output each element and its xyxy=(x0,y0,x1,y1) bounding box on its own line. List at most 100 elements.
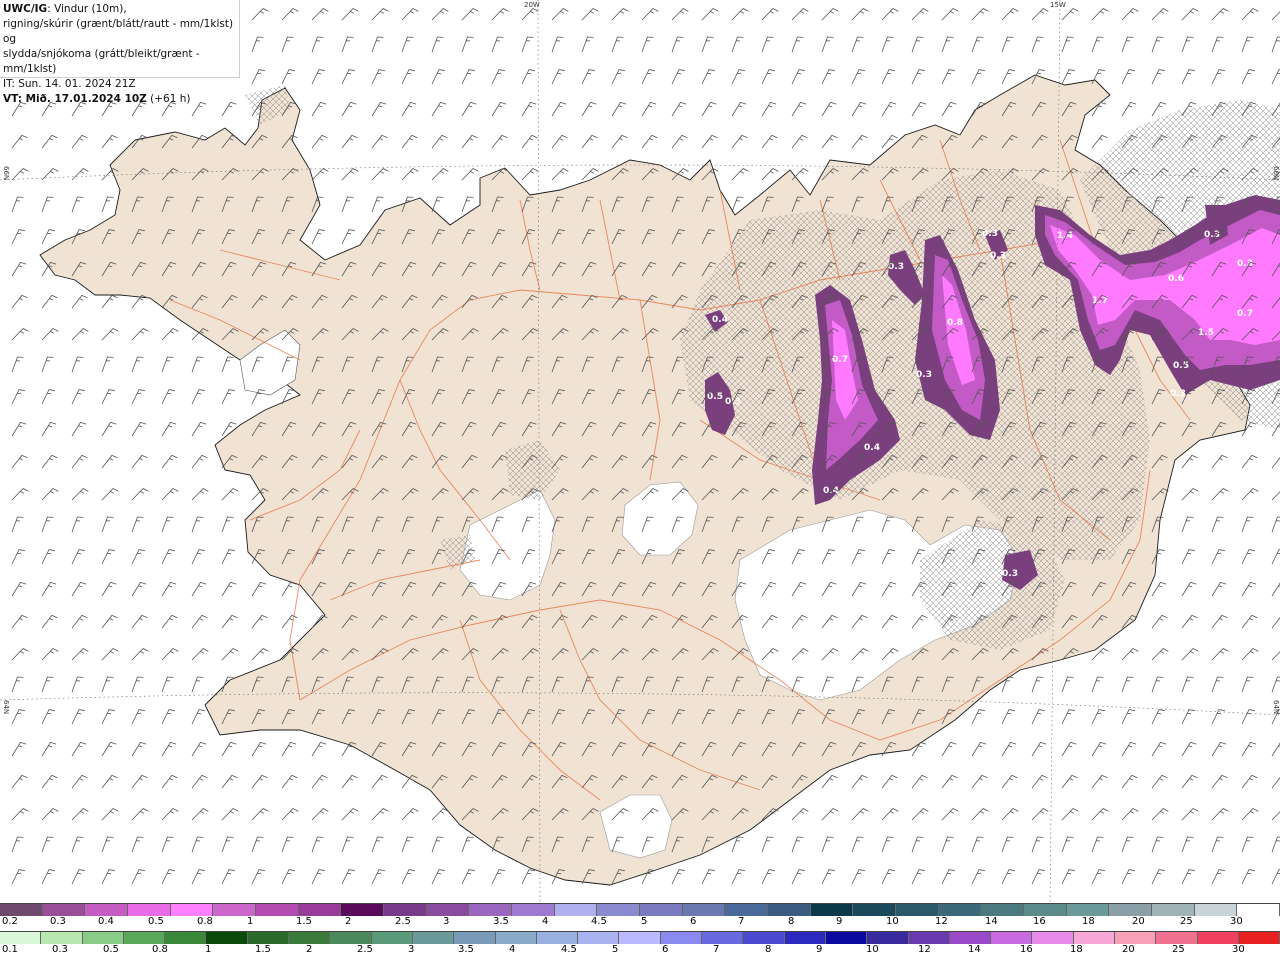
legend-label: 4.5 xyxy=(561,944,577,955)
legend-swatch xyxy=(42,904,86,916)
rain-legend-colorbar xyxy=(0,931,1280,944)
precip-label: 0.6 xyxy=(1168,274,1184,284)
legend-label: 1.5 xyxy=(296,916,312,927)
legend-swatch xyxy=(949,932,992,944)
legend-label: 0.5 xyxy=(148,916,164,927)
lat-label: 66N xyxy=(2,166,10,181)
legend-label: 0.3 xyxy=(50,916,66,927)
header-title-line: UWC/IG: Vindur (10m), xyxy=(3,2,236,17)
legend-label: 9 xyxy=(816,944,823,955)
legend-label: 4 xyxy=(509,944,516,955)
precip-label: 0.7 xyxy=(832,355,848,365)
legend-swatch xyxy=(123,932,166,944)
legend-swatch xyxy=(597,904,641,916)
legend-swatch xyxy=(128,904,171,916)
legend-swatch xyxy=(825,932,868,944)
legend-swatch xyxy=(165,932,207,944)
legend-swatch xyxy=(371,932,413,944)
legend-swatch xyxy=(206,932,248,944)
legend-swatch xyxy=(1156,932,1198,944)
legend-swatch xyxy=(1237,904,1280,916)
legend-label: 12 xyxy=(935,916,948,927)
legend-label: 1 xyxy=(205,944,212,955)
legend-swatch xyxy=(1238,932,1280,944)
header-line3: slydda/snjókoma (grátt/bleikt/grænt - mm… xyxy=(3,48,200,75)
legend-label: 5 xyxy=(641,916,648,927)
legend-label: 10 xyxy=(886,916,899,927)
legend-swatch xyxy=(853,904,897,916)
legend-swatch xyxy=(454,932,496,944)
legend-label: 5 xyxy=(612,944,619,955)
legend-swatch xyxy=(1024,904,1067,916)
legend-swatch xyxy=(341,904,385,916)
legend-swatch xyxy=(743,932,785,944)
legend-swatch xyxy=(619,932,661,944)
weather-map: 1.4 0.3 0.3 0.3 0.3 0.6 1.7 0.3 0.4 0.8 … xyxy=(0,0,1280,903)
legend-label: 30 xyxy=(1230,916,1243,927)
legend-label: 6 xyxy=(690,916,697,927)
legend-label: 2.5 xyxy=(357,944,373,955)
legend-swatch xyxy=(991,932,1033,944)
legend-swatch xyxy=(536,932,579,944)
legend-swatch xyxy=(330,932,372,944)
legend-label: 16 xyxy=(1020,944,1033,955)
legend-label: 14 xyxy=(968,944,981,955)
legend-label: 3 xyxy=(408,944,415,955)
legend-swatch xyxy=(0,932,42,944)
snow-legend-labels: 0.2 0.3 0.4 0.5 0.8 1 1.5 2 2.5 3 3.5 4 4.5 5 6 7 8 9 10 12… xyxy=(0,916,1280,929)
legend-label: 25 xyxy=(1180,916,1193,927)
legend-swatch xyxy=(170,904,214,916)
legend-label: 2.5 xyxy=(395,916,411,927)
valid-time-value: Mið. 17.01.2024 10Z xyxy=(21,93,147,105)
header-line1-rest: : Vindur (10m), xyxy=(47,3,127,15)
lat-label: 64N xyxy=(1272,700,1280,715)
legend-swatch xyxy=(1109,904,1153,916)
legend-label: 12 xyxy=(918,944,931,955)
legend-swatch xyxy=(1066,904,1110,916)
map-info-box: UWC/IG: Vindur (10m), rigning/skúrir (gr… xyxy=(0,0,240,105)
legend-label: 0.2 xyxy=(2,916,18,927)
precip-label: 0.8 xyxy=(947,318,963,328)
lon-label: 15W xyxy=(1050,1,1066,9)
legend-swatch xyxy=(702,932,744,944)
legend-swatch xyxy=(85,904,129,916)
legend-swatch xyxy=(289,932,331,944)
legend-label: 0.8 xyxy=(197,916,213,927)
initial-time: IT: Sun. 14. 01. 2024 21Z xyxy=(3,78,136,90)
legend-swatch xyxy=(82,932,124,944)
rain-legend: 0.1 0.3 0.5 0.8 1 1.5 2 2.5 3 3.5 4 4.5 5 6 7 8 9 10 12 14 1… xyxy=(0,931,1280,957)
valid-time: VT: Mið. 17.01.2024 10Z (+61 h) xyxy=(3,92,236,107)
legend-swatch xyxy=(867,932,909,944)
legend-label: 7 xyxy=(738,916,745,927)
legend-label: 0.4 xyxy=(98,916,114,927)
legend-swatch xyxy=(1152,904,1195,916)
legend-swatch xyxy=(1032,932,1074,944)
legend-swatch xyxy=(1115,932,1157,944)
precip-label: 0.3 xyxy=(990,251,1006,261)
legend-label: 3.5 xyxy=(493,916,509,927)
legend-label: 25 xyxy=(1172,944,1185,955)
legend-label: 0.3 xyxy=(52,944,68,955)
precip-label: 0.4 xyxy=(712,315,728,325)
legend-swatch xyxy=(469,904,513,916)
legend-swatch xyxy=(810,904,854,916)
legend-label: 2 xyxy=(345,916,352,927)
legend-swatch xyxy=(660,932,703,944)
legend-swatch xyxy=(938,904,982,916)
legend-label: 0.5 xyxy=(103,944,119,955)
lon-label: 20W xyxy=(524,1,540,9)
legend-swatch xyxy=(412,932,455,944)
rain-legend-labels: 0.1 0.3 0.5 0.8 1 1.5 2 2.5 3 3.5 4 4.5 5 6 7 8 9 10 12 14 1… xyxy=(0,944,1280,957)
precip-label: 0.5 xyxy=(1173,361,1189,371)
precip-label: 0.7 xyxy=(1237,309,1253,319)
legend-swatch xyxy=(908,932,950,944)
legend-label: 0.1 xyxy=(2,944,18,955)
legend-swatch xyxy=(512,904,555,916)
legend-label: 3.5 xyxy=(458,944,474,955)
legend-swatch xyxy=(256,904,299,916)
legend-label: 18 xyxy=(1070,944,1083,955)
legend-label: 4.5 xyxy=(591,916,607,927)
legend-label: 8 xyxy=(765,944,772,955)
legend-label: 1 xyxy=(247,916,254,927)
legend-label: 7 xyxy=(713,944,720,955)
